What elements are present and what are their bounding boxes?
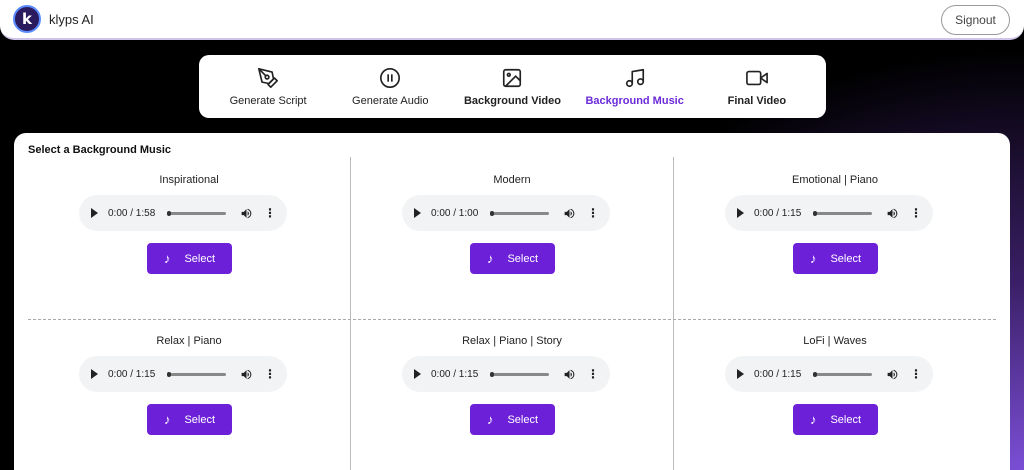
audio-player[interactable]: 0:00 / 1:15 ⋮ xyxy=(725,356,933,392)
music-card: Inspirational 0:00 / 1:58 ⋮ ♪ Select xyxy=(28,157,350,317)
track-time: 0:00 / 1:15 xyxy=(431,368,479,380)
play-icon[interactable] xyxy=(414,208,421,218)
audio-player[interactable]: 0:00 / 1:15 ⋮ xyxy=(79,356,287,392)
play-icon[interactable] xyxy=(91,369,98,379)
step-label: Background Music xyxy=(585,94,684,107)
music-note-icon: ♪ xyxy=(486,251,494,266)
more-options-icon[interactable]: ⋮ xyxy=(587,207,599,219)
more-options-icon[interactable]: ⋮ xyxy=(587,368,599,380)
select-button[interactable]: ♪ Select xyxy=(470,243,555,274)
step-label: Generate Audio xyxy=(352,94,429,107)
track-time: 0:00 / 1:15 xyxy=(754,207,802,219)
track-time: 0:00 / 1:15 xyxy=(108,368,156,380)
progress-knob[interactable] xyxy=(813,210,818,216)
select-label: Select xyxy=(830,252,862,265)
progress-bar[interactable] xyxy=(813,371,872,377)
play-icon[interactable] xyxy=(414,369,421,379)
select-label: Select xyxy=(184,252,216,265)
volume-icon[interactable] xyxy=(563,368,576,381)
image-icon xyxy=(503,68,522,87)
more-options-icon[interactable]: ⋮ xyxy=(910,207,922,219)
track-title: Relax | Piano xyxy=(156,335,222,347)
progress-knob[interactable] xyxy=(490,210,495,216)
volume-icon[interactable] xyxy=(563,207,576,220)
progress-bar[interactable] xyxy=(167,371,226,377)
progress-bar[interactable] xyxy=(167,210,226,216)
more-options-icon[interactable]: ⋮ xyxy=(264,207,276,219)
audio-player[interactable]: 0:00 / 1:15 ⋮ xyxy=(725,195,933,231)
step-generate-audio[interactable]: Generate Audio xyxy=(330,67,450,107)
select-label: Select xyxy=(830,413,862,426)
progress-knob[interactable] xyxy=(167,210,172,216)
track-title: LoFi | Waves xyxy=(803,335,867,347)
music-note-icon: ♪ xyxy=(809,251,817,266)
music-card: Emotional | Piano 0:00 / 1:15 ⋮ ♪ Select xyxy=(674,157,996,317)
audio-player[interactable]: 0:00 / 1:15 ⋮ xyxy=(402,356,610,392)
select-label: Select xyxy=(184,413,216,426)
music-note-icon xyxy=(625,68,644,87)
play-icon[interactable] xyxy=(737,208,744,218)
progress-knob[interactable] xyxy=(167,371,172,377)
audio-player[interactable]: 0:00 / 1:58 ⋮ xyxy=(79,195,287,231)
panel-title: Select a Background Music xyxy=(28,144,172,156)
play-icon[interactable] xyxy=(737,369,744,379)
music-card: LoFi | Waves 0:00 / 1:15 ⋮ ♪ Select xyxy=(674,318,996,470)
select-button[interactable]: ♪ Select xyxy=(147,243,232,274)
play-icon[interactable] xyxy=(91,208,98,218)
step-label: Generate Script xyxy=(229,94,307,107)
step-navigation: Generate Script Generate Audio Backgroun… xyxy=(199,55,826,118)
progress-bar[interactable] xyxy=(813,210,872,216)
volume-icon[interactable] xyxy=(886,368,899,381)
music-card: Relax | Piano 0:00 / 1:15 ⋮ ♪ Select xyxy=(28,318,350,470)
music-selection-panel: Select a Background Music Inspirational … xyxy=(14,133,1010,470)
pause-circle-icon xyxy=(380,67,401,88)
progress-bar[interactable] xyxy=(490,210,549,216)
top-bar: k klyps AI Signout xyxy=(0,0,1024,40)
more-options-icon[interactable]: ⋮ xyxy=(264,368,276,380)
track-title: Relax | Piano | Story xyxy=(462,335,562,347)
volume-icon[interactable] xyxy=(240,368,253,381)
progress-knob[interactable] xyxy=(813,371,818,377)
music-note-icon: ♪ xyxy=(486,412,494,427)
video-camera-icon xyxy=(745,70,768,85)
step-label: Background Video xyxy=(463,94,561,107)
track-time: 0:00 / 1:58 xyxy=(108,207,156,219)
audio-player[interactable]: 0:00 / 1:00 ⋮ xyxy=(402,195,610,231)
select-label: Select xyxy=(507,252,539,265)
music-note-icon: ♪ xyxy=(163,412,171,427)
logo-letter: k xyxy=(22,10,32,28)
track-title: Emotional | Piano xyxy=(791,174,879,186)
select-label: Select xyxy=(507,413,539,426)
pen-icon xyxy=(258,67,279,88)
progress-knob[interactable] xyxy=(490,371,495,377)
track-time: 0:00 / 1:00 xyxy=(431,207,479,219)
step-final-video[interactable]: Final Video xyxy=(697,67,817,107)
music-note-icon: ♪ xyxy=(809,412,817,427)
progress-bar[interactable] xyxy=(490,371,549,377)
track-title: Modern xyxy=(493,174,531,186)
volume-icon[interactable] xyxy=(240,207,253,220)
more-options-icon[interactable]: ⋮ xyxy=(910,368,922,380)
step-background-music[interactable]: Background Music xyxy=(575,67,695,107)
select-button[interactable]: ♪ Select xyxy=(793,243,878,274)
volume-icon[interactable] xyxy=(886,207,899,220)
select-button[interactable]: ♪ Select xyxy=(147,404,232,435)
step-label: Final Video xyxy=(727,94,787,107)
signout-button[interactable]: Signout xyxy=(941,5,1010,35)
app-name: klyps AI xyxy=(49,11,94,27)
step-background-video[interactable]: Background Video xyxy=(452,67,572,107)
select-button[interactable]: ♪ Select xyxy=(793,404,878,435)
select-button[interactable]: ♪ Select xyxy=(470,404,555,435)
music-card: Relax | Piano | Story 0:00 / 1:15 ⋮ ♪ Se… xyxy=(351,318,673,470)
track-title: Inspirational xyxy=(159,174,219,186)
music-note-icon: ♪ xyxy=(163,251,171,266)
step-generate-script[interactable]: Generate Script xyxy=(208,67,328,107)
track-time: 0:00 / 1:15 xyxy=(754,368,802,380)
klyps-logo[interactable]: k xyxy=(13,5,41,33)
music-card: Modern 0:00 / 1:00 ⋮ ♪ Select xyxy=(351,157,673,317)
